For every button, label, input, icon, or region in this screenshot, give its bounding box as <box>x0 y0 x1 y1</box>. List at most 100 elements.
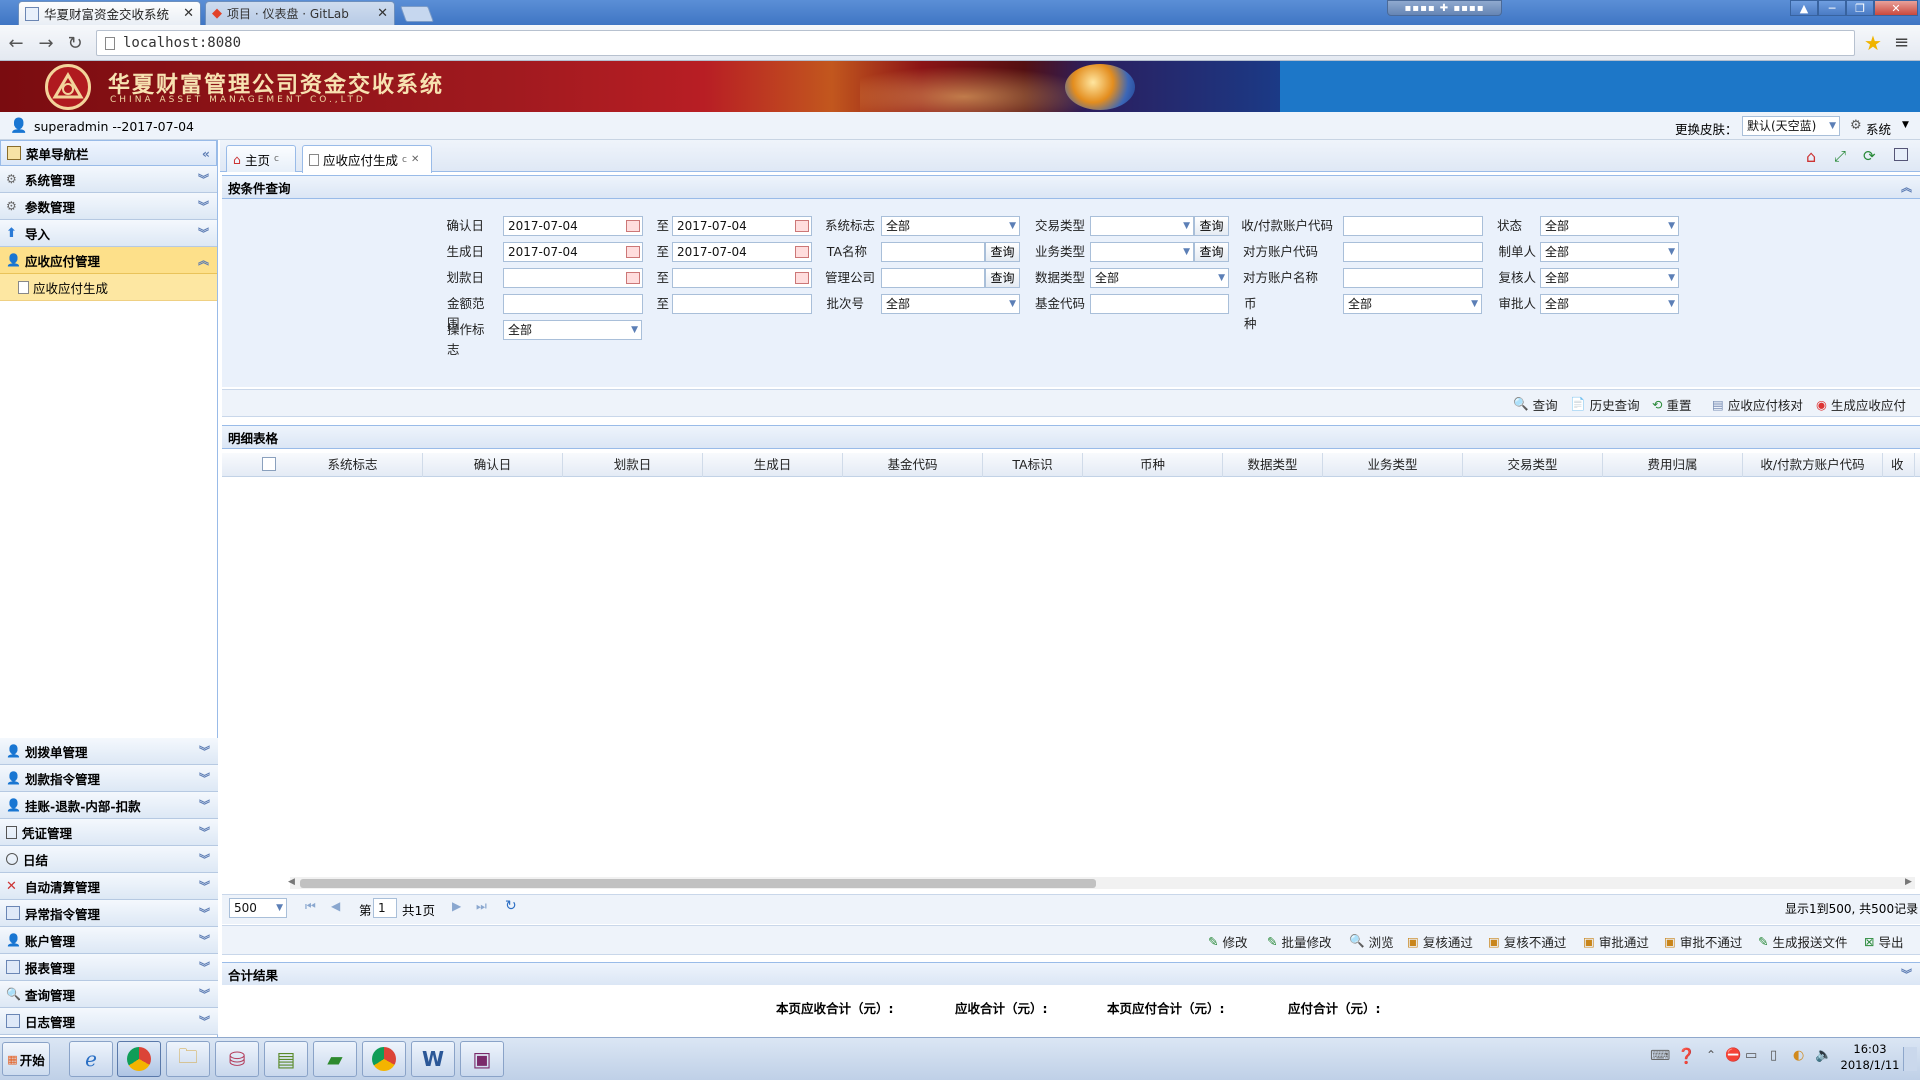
generate-button[interactable]: ◉ 生成应收应付 <box>1816 394 1906 414</box>
col-trade-type[interactable]: 交易类型 <box>1463 453 1603 477</box>
mgmt-company-input[interactable] <box>881 268 985 288</box>
chart-app-icon[interactable]: ▤ <box>264 1041 308 1077</box>
sidebar-item-payment-instruction[interactable]: 👤 划款指令管理 ︾ <box>0 765 218 792</box>
export-button[interactable]: ⊠ 导出 <box>1864 931 1904 951</box>
ta-name-query-button[interactable]: 查询 <box>985 242 1020 262</box>
calendar-icon[interactable] <box>626 246 640 258</box>
help-icon[interactable]: ❓ <box>1677 1047 1696 1065</box>
address-bar[interactable]: localhost:8080 <box>96 30 1855 56</box>
user-icon[interactable]: ▲ <box>1790 0 1818 16</box>
menu-icon[interactable]: ≡ <box>1894 32 1909 53</box>
refresh-tab-icon[interactable]: c <box>274 154 279 164</box>
restore-button[interactable]: ❐ <box>1846 0 1874 16</box>
trade-type-select[interactable] <box>1090 216 1194 236</box>
new-tab-button[interactable] <box>400 6 434 22</box>
tray-display-icon[interactable]: ▭ <box>1745 1048 1757 1063</box>
fullscreen-icon[interactable]: ⤢ <box>1834 147 1846 165</box>
col-gen-date[interactable]: 生成日 <box>703 453 843 477</box>
op-flag-select[interactable]: 全部 <box>503 320 642 340</box>
database-icon[interactable]: ⛁ <box>215 1041 259 1077</box>
chrome-icon[interactable] <box>362 1041 406 1077</box>
batch-no-select[interactable]: 全部 <box>881 294 1020 314</box>
col-fund-code[interactable]: 基金代码 <box>843 453 983 477</box>
acct-code-input[interactable] <box>1343 216 1483 236</box>
show-desktop-button[interactable] <box>1903 1047 1917 1071</box>
system-menu[interactable]: 系统 <box>1866 119 1891 138</box>
sidebar-item-exception[interactable]: 异常指令管理 ︾ <box>0 900 218 927</box>
gear-icon[interactable]: ⚙ <box>1850 118 1862 133</box>
prev-page-icon[interactable]: ◀ <box>331 899 340 913</box>
sidebar-subitem-generate[interactable]: 应收应付生成 <box>0 274 217 301</box>
close-tab-icon[interactable]: ✕ <box>377 6 388 21</box>
close-tab-icon[interactable]: ✕ <box>411 154 419 165</box>
sidebar-item-log[interactable]: 日志管理 ︾ <box>0 1008 218 1035</box>
col-acct-code[interactable]: 收/付款方账户代码 <box>1743 453 1883 477</box>
close-window-button[interactable]: ✕ <box>1874 0 1918 16</box>
calendar-icon[interactable] <box>626 220 640 232</box>
next-page-icon[interactable]: ▶ <box>452 899 461 913</box>
amount-to[interactable] <box>672 294 812 314</box>
tray-arrow-icon[interactable]: ⌃ <box>1706 1048 1716 1062</box>
reload-icon[interactable]: ↻ <box>63 31 87 55</box>
col-ta-id[interactable]: TA标识 <box>983 453 1083 477</box>
page-size-select[interactable]: 500 <box>229 898 287 918</box>
ie-icon[interactable]: ℯ <box>69 1041 113 1077</box>
gen-date-to[interactable]: 2017-07-04 <box>672 242 812 262</box>
ta-name-input[interactable] <box>881 242 985 262</box>
minimize-button[interactable]: ─ <box>1818 0 1846 16</box>
chrome-icon[interactable] <box>117 1041 161 1077</box>
refresh-icon[interactable]: ⟳ <box>1863 147 1876 165</box>
pay-date-from[interactable] <box>503 268 643 288</box>
book-app-icon[interactable]: ▰ <box>313 1041 357 1077</box>
pay-date-to[interactable] <box>672 268 812 288</box>
confirm-date-from[interactable]: 2017-07-04 <box>503 216 643 236</box>
query-button[interactable]: 🔍 查询 <box>1513 394 1558 414</box>
biz-type-select[interactable] <box>1090 242 1194 262</box>
calendar-icon[interactable] <box>626 272 640 284</box>
calendar-icon[interactable] <box>795 246 809 258</box>
col-pay-date[interactable]: 划款日 <box>563 453 703 477</box>
col-biz-type[interactable]: 业务类型 <box>1323 453 1463 477</box>
gen-date-from[interactable]: 2017-07-04 <box>503 242 643 262</box>
chevron-down-icon[interactable]: ▼ <box>1902 120 1909 130</box>
reconcile-button[interactable]: ▤ 应收应付核对 <box>1712 394 1803 414</box>
browser-tab-active[interactable]: 华夏财富资金交收系统 ✕ <box>18 1 201 25</box>
tab-home[interactable]: ⌂ 主页 c <box>226 145 296 172</box>
approve-pass-button[interactable]: ▣ 审批通过 <box>1583 931 1649 951</box>
approver-select[interactable]: 全部 <box>1540 294 1679 314</box>
volume-icon[interactable]: 🔈 <box>1815 1047 1832 1063</box>
bookmark-star-icon[interactable]: ★ <box>1864 31 1882 55</box>
scrollbar-thumb[interactable] <box>300 879 1096 888</box>
edit-button[interactable]: ✎ 修改 <box>1208 931 1248 951</box>
col-sys-flag[interactable]: 系统标志 <box>283 453 423 477</box>
col-fee-owner[interactable]: 费用归属 <box>1603 453 1743 477</box>
sidebar-item-daily-close[interactable]: 日结 ︾ <box>0 846 218 873</box>
calendar-icon[interactable] <box>795 220 809 232</box>
confirm-date-to[interactable]: 2017-07-04 <box>672 216 812 236</box>
sidebar-item-params[interactable]: ⚙ 参数管理 ︾ <box>0 193 217 220</box>
sidebar-item-transfer[interactable]: 👤 划拨单管理 ︾ <box>0 738 218 765</box>
col-data-type[interactable]: 数据类型 <box>1223 453 1323 477</box>
counter-acct-name-input[interactable] <box>1343 268 1483 288</box>
collapse-up-icon[interactable]: ︽ <box>1901 179 1912 195</box>
currency-select[interactable]: 全部 <box>1343 294 1482 314</box>
tray-app-icon[interactable]: ◐ <box>1793 1048 1804 1063</box>
back-icon[interactable]: ← <box>4 31 28 55</box>
browse-button[interactable]: 🔍 浏览 <box>1349 931 1394 951</box>
calendar-icon[interactable] <box>795 272 809 284</box>
scroll-right-arrow-icon[interactable]: ▶ <box>1905 877 1912 887</box>
sidebar-item-import[interactable]: ⬆ 导入 ︾ <box>0 220 217 247</box>
sidebar-item-auto-clearing[interactable]: ✕ 自动清算管理 ︾ <box>0 873 218 900</box>
tray-battery-icon[interactable]: ▯ <box>1770 1048 1777 1063</box>
first-page-icon[interactable]: ⏮ <box>305 899 316 914</box>
approve-reject-button[interactable]: ▣ 审批不通过 <box>1664 931 1742 951</box>
sidebar-item-report[interactable]: 报表管理 ︾ <box>0 954 218 981</box>
fund-code-input[interactable] <box>1090 294 1229 314</box>
scroll-left-arrow-icon[interactable]: ◀ <box>288 877 295 887</box>
sidebar-item-account[interactable]: 👤 账户管理 ︾ <box>0 927 218 954</box>
history-query-button[interactable]: 📄 历史查询 <box>1570 394 1640 414</box>
col-truncated[interactable]: 收 <box>1883 453 1915 477</box>
word-icon[interactable]: W <box>411 1041 455 1077</box>
reset-button[interactable]: ⟲ 重置 <box>1652 394 1692 414</box>
counter-acct-code-input[interactable] <box>1343 242 1483 262</box>
